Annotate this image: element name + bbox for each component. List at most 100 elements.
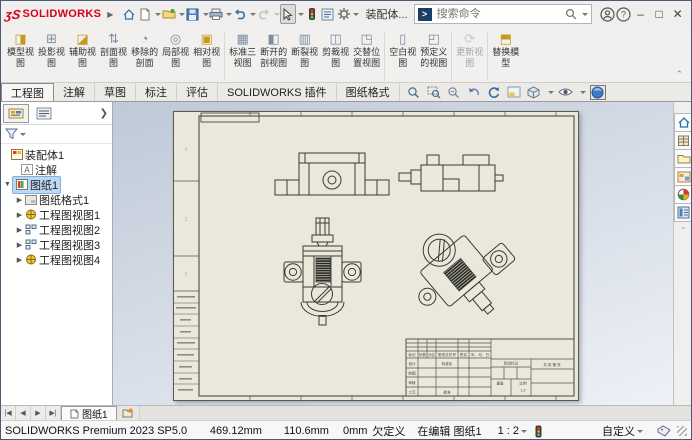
sheet-scale-label[interactable]: 1 : 2 [498, 425, 519, 437]
hide-show-items-icon[interactable] [558, 85, 574, 100]
save-icon[interactable] [185, 4, 201, 24]
tree-item-drawing-view4[interactable]: ▶ 工程图视图4 [1, 252, 112, 267]
alternate-position-view-button[interactable]: ◳交替位置视图 [351, 30, 382, 69]
edit-appearance-icon[interactable] [506, 85, 522, 100]
resize-grip[interactable] [677, 426, 687, 436]
graphics-area[interactable]: 432 [113, 102, 673, 405]
undo-icon[interactable] [232, 4, 248, 24]
next-sheet-button[interactable]: ▶ [31, 406, 46, 420]
appearances-scenes-icon[interactable] [674, 185, 692, 204]
tree-item-sheet-format1[interactable]: ▶ 图纸格式1 [1, 192, 112, 207]
expand-caret-icon[interactable]: ▶ [15, 196, 24, 204]
tab-evaluate[interactable]: 评估 [177, 83, 218, 101]
view-settings-icon[interactable] [590, 85, 606, 100]
add-sheet-button[interactable] [117, 406, 140, 420]
replace-model-button[interactable]: ⬒替换模型 [490, 30, 521, 69]
tree-item-drawing-view1[interactable]: ▶ 工程图视图1 [1, 207, 112, 222]
filter-caret-icon[interactable] [20, 133, 26, 139]
file-explorer-icon[interactable] [674, 149, 692, 168]
first-sheet-button[interactable]: |◀ [1, 406, 16, 420]
empty-view-button[interactable]: ▯空白视图 [387, 30, 418, 69]
drawing-view-top[interactable] [284, 218, 361, 325]
search-icon[interactable] [565, 8, 577, 20]
standard-3-view-button[interactable]: ▦标准三视图 [227, 30, 258, 69]
crop-view-button[interactable]: ◫剪裁视图 [320, 30, 351, 69]
drawing-view-side[interactable] [399, 155, 503, 191]
open-document-icon[interactable] [161, 4, 177, 24]
open-document-caret-icon[interactable] [179, 13, 185, 19]
drawing-sheet-canvas[interactable]: 432 [173, 111, 579, 401]
rotate-view-icon[interactable] [486, 85, 502, 100]
auxiliary-view-button[interactable]: ◪辅助视图 [67, 30, 98, 69]
title-block[interactable]: 标记 处数 分区 更改文件号 签名 年、月、日 设计 标准化 制图 审核 工艺 … [406, 339, 574, 396]
options-gear-icon[interactable] [336, 4, 352, 24]
panel-expand-arrow-icon[interactable]: ❯ [100, 108, 110, 119]
broken-out-section-button[interactable]: ◧断开的剖视图 [258, 30, 289, 69]
tree-item-drawing-view3[interactable]: ▶ 工程图视图3 [1, 237, 112, 252]
relative-view-button[interactable]: ▣相对视图 [191, 30, 222, 69]
scale-caret-icon[interactable] [521, 430, 527, 436]
custom-properties-icon[interactable] [674, 203, 692, 222]
tag-icon[interactable] [657, 425, 671, 437]
display-style-icon[interactable] [526, 85, 542, 100]
expand-caret-icon[interactable]: ▶ [15, 256, 24, 264]
tab-sketch[interactable]: 草图 [95, 83, 136, 101]
task-pane-collapse-icon[interactable]: ⌃ [680, 226, 687, 235]
view-palette-icon[interactable] [674, 167, 692, 186]
break-view-button[interactable]: ▥断裂视图 [289, 30, 320, 69]
display-style-caret-icon[interactable] [548, 91, 554, 97]
select-cursor-icon[interactable] [280, 4, 296, 24]
home-icon[interactable] [121, 4, 137, 24]
tree-item-annotations[interactable]: A 注解 [1, 162, 112, 177]
rebuild-traffic-light-icon[interactable] [304, 4, 320, 24]
minimize-button[interactable]: – [631, 4, 650, 24]
close-button[interactable]: ✕ [668, 4, 687, 24]
tab-annotation[interactable]: 注解 [54, 83, 95, 101]
expand-caret-icon[interactable]: ▶ [15, 241, 24, 249]
tree-item-sheet1[interactable]: ▼ 图纸1 [1, 177, 112, 192]
search-caret-icon[interactable] [582, 13, 588, 19]
previous-sheet-button[interactable]: ◀ [16, 406, 31, 420]
save-caret-icon[interactable] [203, 13, 209, 19]
tree-root-assembly[interactable]: 装配体1 [1, 147, 112, 162]
unit-system-caret-icon[interactable] [637, 430, 643, 436]
user-account-icon[interactable] [600, 4, 616, 24]
options-caret-icon[interactable] [353, 13, 359, 19]
drawing-sheet[interactable]: 432 [173, 111, 579, 401]
drawing-view-front[interactable] [275, 153, 389, 195]
sheet-tab-sheet1[interactable]: 图纸1 [61, 406, 117, 420]
tab-drawing[interactable]: 工程图 [1, 83, 54, 101]
section-view-button[interactable]: ⇅剖面视图 [98, 30, 129, 69]
solidworks-resources-icon[interactable] [674, 113, 692, 132]
expand-caret-icon[interactable]: ▶ [15, 226, 24, 234]
collapse-caret-icon[interactable]: ▼ [3, 181, 12, 188]
predefined-view-button[interactable]: ◰预定义的视图 [418, 30, 449, 69]
help-icon[interactable]: ? [615, 4, 631, 24]
projected-view-button[interactable]: ⊞投影视图 [36, 30, 67, 69]
detail-view-button[interactable]: ◎局部视图 [160, 30, 191, 69]
model-view-button[interactable]: ◨模型视图 [5, 30, 36, 69]
search-box[interactable]: > [414, 4, 592, 24]
zoom-to-area-icon[interactable] [426, 85, 442, 100]
tab-dimension[interactable]: 标注 [136, 83, 177, 101]
zoom-to-fit-icon[interactable] [406, 85, 422, 100]
file-properties-icon[interactable] [320, 4, 336, 24]
previous-view-icon[interactable] [466, 85, 482, 100]
tab-sheet-format[interactable]: 图纸格式 [337, 83, 400, 101]
new-document-icon[interactable] [137, 4, 153, 24]
search-input[interactable] [435, 7, 562, 21]
zoom-in-out-icon[interactable] [446, 85, 462, 100]
drawing-view-isometric[interactable] [393, 204, 532, 342]
filter-funnel-icon[interactable] [5, 128, 18, 140]
print-icon[interactable] [209, 4, 225, 24]
last-sheet-button[interactable]: ▶| [46, 406, 61, 420]
ribbon-collapse-icon[interactable]: ⌃ [675, 69, 683, 80]
redo-icon[interactable] [256, 4, 272, 24]
unit-system-label[interactable]: 自定义 [602, 423, 635, 439]
design-library-icon[interactable] [674, 131, 692, 150]
feature-tree-tab-icon[interactable] [3, 104, 29, 123]
maximize-button[interactable]: □ [650, 4, 669, 24]
hide-show-caret-icon[interactable] [580, 91, 586, 97]
tree-item-drawing-view2[interactable]: ▶ 工程图视图2 [1, 222, 112, 237]
property-manager-tab-icon[interactable] [31, 104, 57, 123]
